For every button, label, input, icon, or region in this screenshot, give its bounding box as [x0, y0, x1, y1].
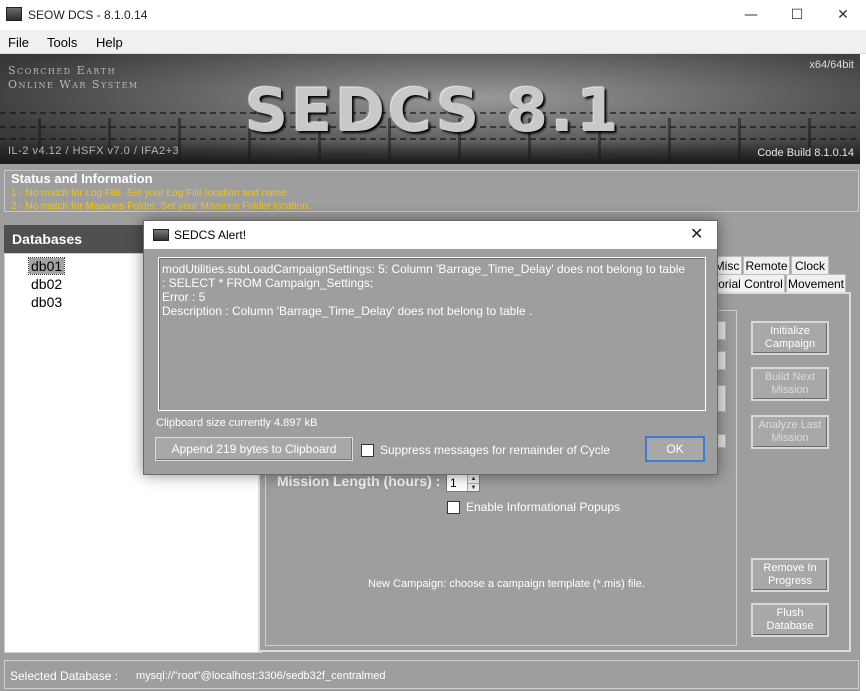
database-item-db02[interactable]: db02: [29, 276, 64, 292]
code-build-label: Code Build 8.1.0.14: [757, 147, 854, 159]
status-line-2: 2 - No match for Missions Folder. Set yo…: [11, 201, 311, 212]
menu-help[interactable]: Help: [96, 35, 123, 50]
dialog-message-line-1: modUtilities.subLoadCampaignSettings: 5:…: [162, 262, 686, 276]
window-edge: [860, 54, 866, 691]
database-item-db01[interactable]: db01: [27, 257, 66, 275]
status-line-1: 1 - No match for Log File. Set your Log …: [11, 188, 290, 199]
tab-movement[interactable]: Movement: [786, 274, 846, 293]
banner: Scorched Earth Online War System SEDCS 8…: [0, 54, 860, 164]
maximize-button[interactable]: ☐: [774, 0, 820, 30]
dialog-title: SEDCS Alert!: [174, 228, 247, 242]
alert-dialog: SEDCS Alert! ✕ modUtilities.subLoadCampa…: [143, 220, 718, 475]
mission-length-spinner[interactable]: 1 ▲ ▼: [446, 474, 480, 492]
menu-tools[interactable]: Tools: [47, 35, 77, 50]
menu-bar: File Tools Help: [0, 30, 866, 54]
build-next-mission-button[interactable]: Build Next Mission: [751, 367, 829, 401]
new-campaign-hint: New Campaign: choose a campaign template…: [368, 578, 645, 590]
databases-title: Databases: [12, 231, 83, 247]
selected-database-value: mysql://"root"@localhost:3306/sedb32f_ce…: [136, 670, 386, 682]
enable-popups-label: Enable Informational Popups: [466, 500, 621, 514]
analyze-last-mission-button[interactable]: Analyze Last Mission: [751, 415, 829, 449]
spin-down-icon[interactable]: ▼: [467, 483, 479, 491]
ok-button[interactable]: OK: [645, 436, 705, 462]
tab-remote[interactable]: Remote: [743, 256, 790, 275]
dialog-message-line-2: : SELECT * FROM Campaign_Settings;: [162, 276, 374, 290]
banner-brand-line1: Scorched Earth: [8, 64, 117, 77]
selected-database-label: Selected Database :: [10, 669, 119, 683]
app-icon: [6, 7, 22, 21]
minimize-button[interactable]: —: [728, 0, 774, 30]
initialize-campaign-button[interactable]: Initialize Campaign: [751, 321, 829, 355]
title-bar: SEOW DCS - 8.1.0.14 — ☐ ✕: [0, 0, 866, 30]
enable-popups-checkbox[interactable]: [447, 500, 460, 514]
mission-length-label: Mission Length (hours) :: [277, 473, 441, 489]
menu-file[interactable]: File: [8, 35, 29, 50]
dialog-message-line-4: Description : Column 'Barrage_Time_Delay…: [162, 304, 533, 318]
suppress-messages-label: Suppress messages for remainder of Cycle: [380, 443, 611, 457]
window-title: SEOW DCS - 8.1.0.14: [28, 8, 148, 22]
dialog-message-line-3: Error : 5: [162, 290, 206, 304]
banner-title: SEDCS 8.1: [245, 76, 622, 146]
status-title: Status and Information: [11, 171, 153, 186]
il2-version-label: IL-2 v4.12 / HSFX v7.0 / IFA2+3: [8, 145, 180, 157]
database-item-db03[interactable]: db03: [29, 294, 64, 310]
suppress-messages-option[interactable]: Suppress messages for remainder of Cycle: [361, 443, 610, 457]
suppress-messages-checkbox[interactable]: [361, 443, 374, 457]
arch-label: x64/64bit: [809, 59, 854, 71]
selected-database-bar: Selected Database : mysql://"root"@local…: [4, 660, 859, 689]
dialog-message-box[interactable]: modUtilities.subLoadCampaignSettings: 5:…: [158, 257, 706, 411]
remove-in-progress-button[interactable]: Remove In Progress: [751, 558, 829, 592]
tab-clock[interactable]: Clock: [791, 256, 829, 275]
close-button[interactable]: ✕: [820, 0, 866, 30]
dialog-app-icon: [153, 229, 169, 241]
dialog-title-bar: SEDCS Alert! ✕: [144, 221, 717, 249]
append-to-clipboard-button[interactable]: Append 219 bytes to Clipboard: [155, 437, 353, 461]
flush-database-button[interactable]: Flush Database: [751, 603, 829, 637]
clipboard-size-label: Clipboard size currently 4.897 kB: [156, 417, 318, 429]
status-panel: Status and Information 1 - No match for …: [4, 170, 859, 212]
banner-brand-line2: Online War System: [8, 78, 139, 91]
dialog-close-icon[interactable]: ✕: [690, 224, 703, 243]
enable-popups-option[interactable]: Enable Informational Popups: [447, 500, 620, 514]
mission-length-value[interactable]: 1: [450, 476, 457, 490]
spin-up-icon[interactable]: ▲: [467, 475, 479, 483]
